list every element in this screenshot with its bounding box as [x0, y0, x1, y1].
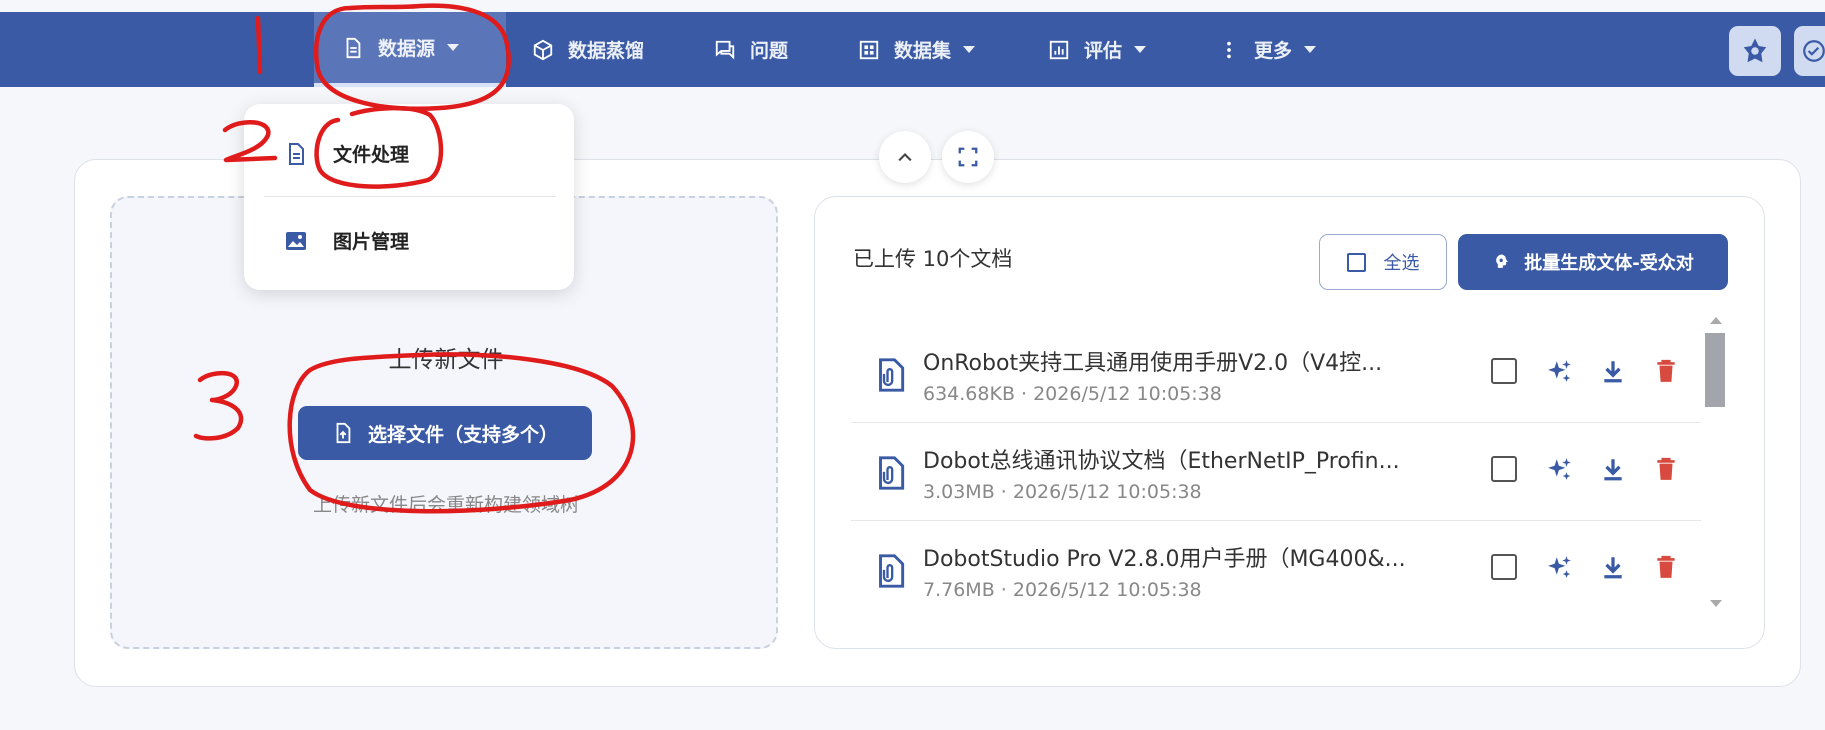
file-attachment-icon [879, 358, 905, 392]
nav-item-label: 数据源 [378, 38, 436, 60]
batch-generate-label: 批量生成文体-受众对 [1524, 253, 1694, 274]
uploaded-files-panel: 已上传 10个文档 全选 批量生成文体-受众对 OnRobot夹持工具通用使用手… [814, 196, 1765, 649]
check-circle-icon [1803, 40, 1825, 62]
sparkle-icon[interactable] [1547, 456, 1573, 482]
chevron-down-icon [1134, 46, 1147, 53]
task-status-button[interactable] [1794, 26, 1825, 76]
image-icon [286, 231, 306, 250]
batch-generate-button[interactable]: 批量生成文体-受众对 [1458, 234, 1728, 290]
select-all-label: 全选 [1383, 253, 1420, 274]
fullscreen-icon [958, 147, 978, 167]
document-icon [346, 37, 361, 58]
dropdown-item-file-processing[interactable]: 文件处理 [284, 140, 409, 167]
file-attachment-icon [879, 554, 905, 588]
chevron-up-icon [898, 153, 912, 162]
top-nav-bar: 数据源 数据蒸馏 问题 数据集 评估 更多 [0, 12, 1825, 87]
nav-item-data-source[interactable]: 数据源 [314, 12, 506, 87]
chevron-down-icon [1304, 46, 1317, 53]
row-actions [1491, 456, 1706, 482]
upload-title: 上传新文件 [388, 347, 504, 373]
upload-file-icon [336, 422, 351, 444]
file-row: OnRobot夹持工具通用使用手册V2.0（V4控... 634.68KB · … [851, 325, 1701, 423]
nav-item-label: 更多 [1254, 40, 1293, 62]
delete-icon[interactable] [1653, 358, 1679, 384]
document-icon [289, 142, 304, 165]
choose-files-label: 选择文件（支持多个） [367, 423, 558, 446]
nav-item-evaluation[interactable]: 评估 [1048, 12, 1147, 87]
upload-hint: 上传新文件后会重新构建领域树 [312, 494, 579, 516]
logo-icon [1743, 38, 1767, 63]
chat-icon [715, 40, 735, 60]
download-icon[interactable] [1600, 358, 1626, 384]
file-row: Dobot总线通讯协议文档（EtherNetIP_Profin... 3.03M… [851, 423, 1701, 521]
nav-item-label: 评估 [1084, 40, 1123, 62]
more-vertical-icon [1227, 41, 1231, 58]
sparkle-icon[interactable] [1547, 358, 1573, 384]
nav-item-questions[interactable]: 问题 [714, 12, 788, 87]
download-icon[interactable] [1600, 554, 1626, 580]
row-checkbox[interactable] [1491, 456, 1517, 482]
file-row: DobotStudio Pro V2.8.0用户手册（MG400&... 7.7… [851, 521, 1701, 619]
file-meta: 7.76MB · 2026/5/12 10:05:38 [923, 579, 1202, 601]
grid-icon [859, 40, 879, 59]
dropdown-item-image-management[interactable]: 图片管理 [284, 227, 409, 254]
nav-item-datasets[interactable]: 数据集 [858, 12, 976, 87]
delete-icon[interactable] [1653, 456, 1679, 482]
row-actions [1491, 554, 1706, 580]
file-name: Dobot总线通讯协议文档（EtherNetIP_Profin... [923, 449, 1400, 474]
file-name: OnRobot夹持工具通用使用手册V2.0（V4控... [923, 351, 1383, 376]
chevron-down-icon [963, 46, 976, 53]
scroll-down-arrow[interactable] [1710, 600, 1722, 607]
delete-icon[interactable] [1653, 554, 1679, 580]
nav-item-label: 数据蒸馏 [568, 40, 645, 62]
fullscreen-button[interactable] [942, 131, 994, 183]
nav-item-label: 数据集 [894, 40, 952, 62]
checkbox-icon [1346, 252, 1366, 272]
choose-files-button[interactable]: 选择文件（支持多个） [298, 406, 592, 460]
file-attachment-icon [879, 456, 905, 490]
file-meta: 3.03MB · 2026/5/12 10:05:38 [923, 481, 1202, 503]
row-actions [1491, 358, 1706, 384]
brain-icon [1496, 254, 1509, 268]
dropdown-divider [264, 196, 556, 197]
app-window: 数据源 数据蒸馏 问题 数据集 评估 更多 上传新文件 选择文件（支持多个） 上… [0, 0, 1825, 730]
select-all-button[interactable]: 全选 [1319, 234, 1447, 290]
collapse-button[interactable] [879, 131, 931, 183]
bar-chart-icon [1049, 40, 1069, 59]
list-scrollbar[interactable] [1705, 317, 1725, 607]
row-checkbox[interactable] [1491, 554, 1517, 580]
scroll-thumb[interactable] [1705, 333, 1725, 407]
nav-item-data-distill[interactable]: 数据蒸馏 [532, 12, 644, 87]
nav-item-label: 问题 [750, 40, 789, 62]
chevron-down-icon [447, 44, 460, 51]
data-source-dropdown: 文件处理 图片管理 [244, 104, 574, 290]
scroll-up-arrow[interactable] [1710, 317, 1722, 324]
dropdown-item-label: 文件处理 [333, 144, 410, 166]
nav-item-more[interactable]: 更多 [1218, 12, 1317, 87]
file-meta: 634.68KB · 2026/5/12 10:05:38 [923, 383, 1222, 405]
sparkle-icon[interactable] [1547, 554, 1573, 580]
download-icon[interactable] [1600, 456, 1626, 482]
file-name: DobotStudio Pro V2.8.0用户手册（MG400&... [923, 547, 1406, 572]
dropdown-item-label: 图片管理 [333, 231, 410, 253]
row-checkbox[interactable] [1491, 358, 1517, 384]
app-logo-button[interactable] [1729, 26, 1781, 76]
uploaded-count-title: 已上传 10个文档 [853, 247, 1013, 271]
cube-icon [533, 39, 553, 60]
